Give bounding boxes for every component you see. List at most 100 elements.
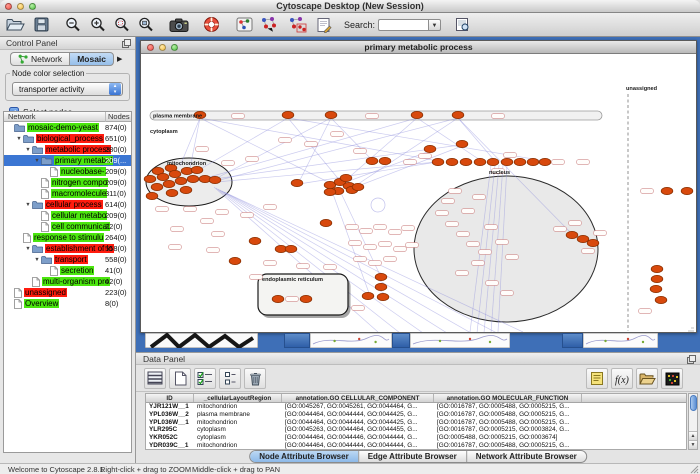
network-node[interactable] [229, 257, 241, 264]
network-node[interactable] [375, 283, 387, 290]
network-node[interactable] [157, 173, 169, 180]
tree-row[interactable]: Overview 8(0) [4, 298, 131, 309]
network-node[interactable] [362, 292, 374, 299]
table-cell[interactable]: plasma membrane [194, 411, 282, 419]
zoom-out-button[interactable] [65, 15, 81, 35]
attribute-matrix-button[interactable] [219, 368, 241, 389]
network-node[interactable] [282, 111, 294, 118]
table-row[interactable]: YLR295Ccytoplasm[GO:0045263, GO:0044464,… [146, 426, 686, 434]
network-node[interactable] [320, 219, 332, 226]
table-cell[interactable]: YKR052C [146, 434, 194, 442]
scroll-up-button[interactable]: ▲ [689, 431, 697, 440]
network-node[interactable] [151, 183, 163, 190]
network-node[interactable] [285, 245, 297, 252]
zoom-in-button[interactable] [90, 15, 106, 35]
annotation-note-button[interactable] [586, 368, 608, 389]
network-node[interactable] [291, 179, 303, 186]
tab-network-attribute-browser[interactable]: Network Attribute Browser [466, 451, 586, 462]
network-node[interactable] [661, 187, 673, 194]
network-node[interactable] [377, 293, 389, 300]
network-node[interactable] [566, 231, 578, 238]
table-row[interactable]: YKR052Ccytoplasm[GO:0044464, GO:0044446,… [146, 434, 686, 442]
network-node[interactable] [474, 158, 486, 165]
network-node[interactable] [379, 157, 391, 164]
expand-arrow-icon[interactable]: ▼ [15, 136, 23, 142]
network-node[interactable] [514, 158, 526, 165]
network-node[interactable] [487, 158, 499, 165]
tree-row[interactable]: ▼ primary metabol 209(... [4, 155, 131, 166]
table-cell[interactable]: mitochondrion [194, 442, 282, 450]
network-node[interactable] [681, 187, 693, 194]
network-node[interactable] [146, 192, 158, 199]
search-dropdown-button[interactable]: ▼ [428, 19, 441, 31]
network-node[interactable] [163, 180, 175, 187]
expand-arrow-icon[interactable]: ▼ [24, 202, 32, 208]
background-window-preview[interactable] [310, 333, 392, 348]
background-window-preview[interactable] [145, 333, 258, 348]
network-node[interactable] [375, 273, 387, 280]
network-node[interactable] [175, 177, 187, 184]
snapshot-button[interactable] [169, 15, 190, 35]
network-node[interactable] [340, 174, 352, 181]
table-cell[interactable]: YPL036W__2 [146, 411, 194, 419]
network-node[interactable] [651, 265, 663, 272]
table-cell[interactable]: [GO:0044464, GO:0044444, GO:0044425, G..… [282, 419, 434, 427]
help-button[interactable] [203, 15, 220, 35]
network-node[interactable] [180, 186, 192, 193]
expand-arrow-icon[interactable]: ▼ [33, 257, 41, 263]
tree-row[interactable]: ▼ cellular process 614(0) [4, 199, 131, 210]
canvas-resize-grip[interactable] [688, 328, 694, 331]
network-node[interactable] [169, 170, 181, 177]
network-node[interactable] [651, 275, 663, 282]
table-cell[interactable]: [GO:0005488, GO:0005215, GO:0003674] [434, 434, 582, 442]
zoom-selected-button[interactable] [114, 15, 130, 35]
network-node[interactable] [432, 158, 444, 165]
heatmap-button[interactable] [661, 368, 683, 389]
open-button[interactable] [6, 15, 25, 35]
table-scrollbar[interactable]: ▲ ▼ [688, 393, 698, 450]
network-window-titlebar[interactable]: primary metabolic process [141, 41, 696, 54]
table-column-header[interactable]: annotation.GO CELLULAR_COMPONENT [282, 394, 434, 402]
tree-row[interactable]: nitrogen compo 209(0) [4, 177, 131, 188]
attribute-table[interactable]: ID_cellularLayoutRegionannotation.GO CEL… [145, 393, 687, 450]
table-cell[interactable]: cytoplasm [194, 426, 282, 434]
table-cell[interactable]: [GO:0016787, GO:0005215, GO:0003824, G..… [434, 426, 582, 434]
network-node[interactable] [501, 158, 513, 165]
table-cell[interactable]: [GO:0016787, GO:0005488, GO:0005215, G..… [434, 442, 582, 450]
table-cell[interactable]: cytoplasm [194, 434, 282, 442]
function-builder-button[interactable]: f(x) [611, 368, 633, 389]
advanced-search-button[interactable] [455, 15, 470, 35]
table-row[interactable]: YPL036W__2plasma membrane[GO:0044464, GO… [146, 411, 686, 419]
tree-row[interactable]: nucleobase- 209(0) [4, 166, 131, 177]
table-row[interactable]: YDR039C__1mitochondrion[GO:0044464, GO:0… [146, 442, 686, 450]
table-cell[interactable]: [GO:0016787, GO:0005488, GO:0005215, G..… [434, 403, 582, 411]
table-cell[interactable]: YLR295C [146, 426, 194, 434]
network-node[interactable] [191, 166, 203, 173]
table-cell[interactable]: [GO:0044464, GO:0044446, GO:0044444, G..… [282, 434, 434, 442]
network-node[interactable] [587, 239, 599, 246]
network-canvas[interactable]: plasma membranecytoplasmmitochondrionnuc… [141, 54, 696, 332]
tab-edge-attribute-browser[interactable]: Edge Attribute Browser [358, 451, 466, 462]
tab-network[interactable]: Network [10, 52, 69, 66]
table-cell[interactable]: [GO:0044464, GO:0044444, GO:0044444, G..… [282, 442, 434, 450]
tree-row[interactable]: secretion 41(0) [4, 265, 131, 276]
network-view-window[interactable]: primary metabolic process plasma membran… [140, 40, 697, 333]
background-window-preview[interactable] [583, 333, 658, 348]
network-node[interactable] [324, 188, 336, 195]
table-column-header[interactable]: _cellularLayoutRegion [194, 394, 282, 402]
network-node[interactable] [352, 183, 364, 190]
import-attributes-button[interactable] [636, 368, 658, 389]
table-cell[interactable]: [GO:0045263, GO:0044464, GO:0044455, G..… [282, 426, 434, 434]
tree-row[interactable]: cell communicat 22(0) [4, 221, 131, 232]
float-panel-button[interactable] [122, 39, 131, 52]
region-nucleus[interactable] [414, 176, 598, 322]
tab-mosaic[interactable]: Mosaic [69, 52, 114, 66]
network-node[interactable] [144, 175, 156, 182]
table-cell[interactable]: [GO:0045267, GO:0045261, GO:0044464, G..… [282, 403, 434, 411]
save-button[interactable] [34, 15, 49, 35]
zoom-fit-button[interactable] [138, 15, 154, 35]
table-cell[interactable]: [GO:0016787, GO:0005488, GO:0005215, G..… [434, 419, 582, 427]
network-node[interactable] [187, 175, 199, 182]
tree-row[interactable]: unassigned 223(0) [4, 287, 131, 298]
network-node[interactable] [460, 158, 472, 165]
